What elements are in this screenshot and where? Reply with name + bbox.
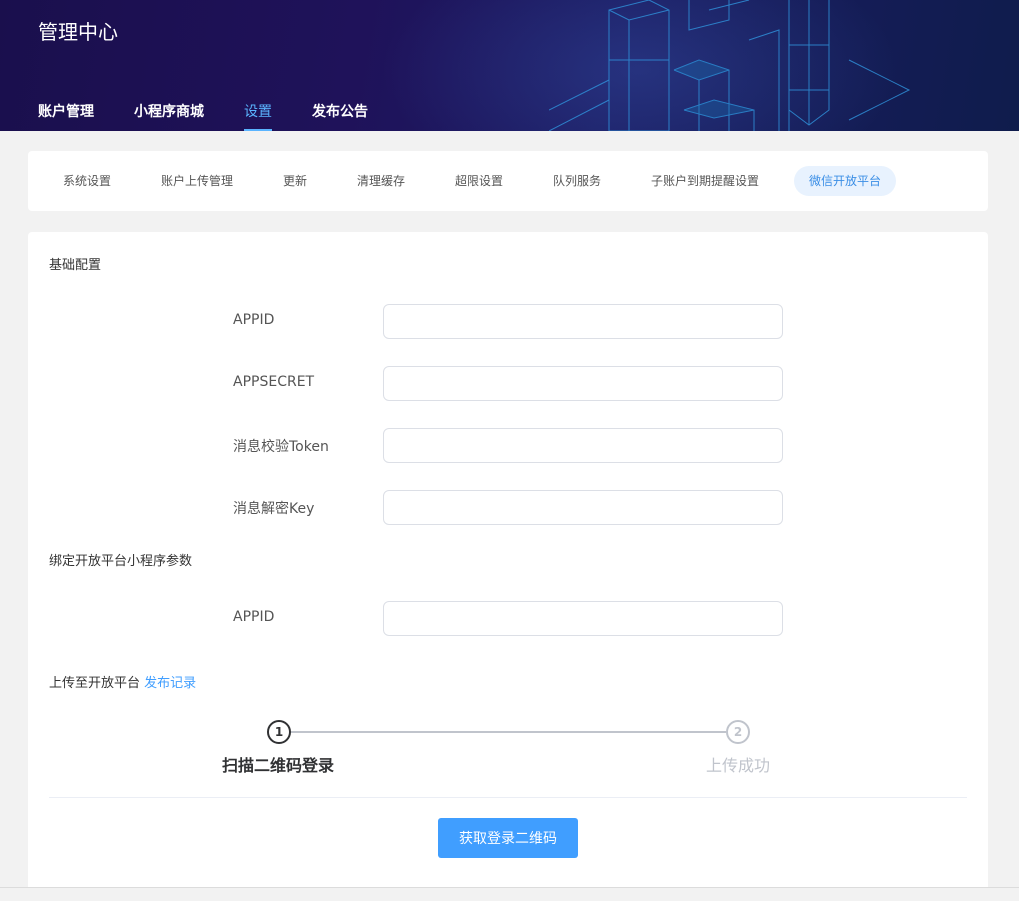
bind-appid-input[interactable]	[383, 601, 783, 636]
token-input[interactable]	[383, 428, 783, 463]
nav-publish-announcement[interactable]: 发布公告	[312, 101, 368, 131]
bottom-scrollbar[interactable]	[0, 887, 1019, 901]
basic-config-title: 基础配置	[49, 258, 102, 273]
tab-wechat-open-platform[interactable]: 微信开放平台	[794, 166, 897, 196]
tab-subaccount-expiry[interactable]: 子账户到期提醒设置	[636, 166, 774, 196]
tab-account-upload[interactable]: 账户上传管理	[146, 166, 248, 196]
appsecret-label: APPSECRET	[233, 374, 315, 390]
appid-input[interactable]	[383, 304, 783, 339]
step-2-title: 上传成功	[706, 756, 771, 775]
get-login-qrcode-button[interactable]: 获取登录二维码	[438, 818, 578, 858]
appsecret-input[interactable]	[383, 366, 783, 401]
token-label: 消息校验Token	[233, 439, 329, 455]
nav-account-management[interactable]: 账户管理	[38, 101, 94, 131]
tab-system-settings[interactable]: 系统设置	[48, 166, 126, 196]
step-1-indicator: 1	[267, 720, 291, 744]
bind-config-title: 绑定开放平台小程序参数	[49, 554, 193, 569]
divider	[49, 797, 967, 798]
steps-connector	[290, 731, 726, 733]
nav-mini-program-mall[interactable]: 小程序商城	[134, 101, 204, 131]
content-card: 基础配置 APPID APPSECRET 消息校验Token 消息解密Key 绑…	[28, 232, 988, 901]
upload-title: 上传至开放平台	[49, 676, 141, 691]
step-2-indicator: 2	[726, 720, 750, 744]
nav-settings[interactable]: 设置	[244, 101, 272, 131]
publish-records-link[interactable]: 发布记录	[144, 676, 196, 691]
upload-section-title: 上传至开放平台 发布记录	[49, 672, 196, 691]
app-header: 管理中心 账户管理 小程序商城 设置 发布公告	[0, 0, 1019, 131]
tab-update[interactable]: 更新	[268, 166, 322, 196]
app-title: 管理中心	[38, 20, 118, 44]
step-1-title: 扫描二维码登录	[222, 756, 335, 775]
encoding-key-label: 消息解密Key	[233, 501, 315, 517]
settings-tabs: 系统设置 账户上传管理 更新 清理缓存 超限设置 队列服务 子账户到期提醒设置 …	[28, 151, 988, 211]
encoding-key-input[interactable]	[383, 490, 783, 525]
tab-queue-service[interactable]: 队列服务	[538, 166, 616, 196]
tab-limit-settings[interactable]: 超限设置	[440, 166, 518, 196]
bind-appid-label: APPID	[233, 609, 275, 625]
header-decoration	[549, 0, 911, 131]
appid-label: APPID	[233, 312, 275, 328]
tab-clear-cache[interactable]: 清理缓存	[342, 166, 420, 196]
